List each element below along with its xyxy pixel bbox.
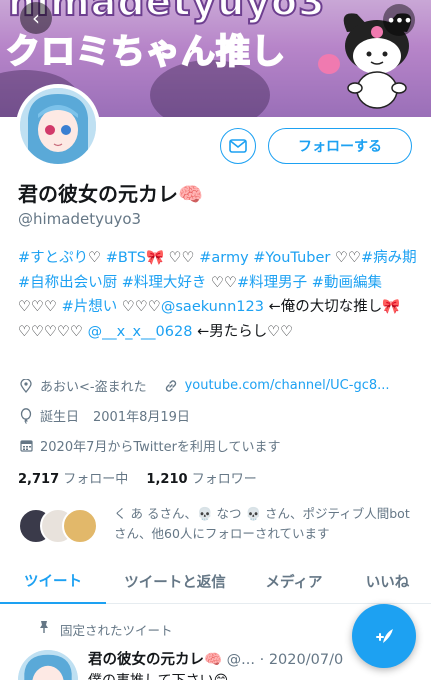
pinned-label-text: 固定されたツイート (60, 623, 173, 638)
followers-link[interactable]: 1,210 フォロワー (146, 472, 256, 487)
compose-tweet-button[interactable] (352, 604, 416, 668)
bio-link[interactable]: #自称出会い厨 (18, 275, 117, 291)
bio-text: ♡♡ (206, 274, 238, 291)
avatar-image (18, 650, 78, 680)
joined-date: 2020年7月からTwitterを利用しています (40, 440, 281, 455)
profile-name: 君の彼女の元カレ🧠 (18, 182, 203, 206)
follower-avatar (62, 508, 98, 544)
profile-website-link[interactable]: youtube.com/channel/UC-gc8... (185, 378, 390, 393)
tab-tweets[interactable]: ツイート (0, 558, 106, 604)
tab-tweets-and-replies[interactable]: ツイートと返信 (106, 558, 244, 604)
birthday-label: 誕生日 (40, 410, 80, 425)
mail-icon (229, 139, 247, 153)
chevron-left-icon: ‹ (32, 6, 40, 30)
banner-main-text: クロミちゃん推し (5, 31, 286, 73)
bio-link[interactable]: #YouTuber (253, 250, 330, 266)
tweet-author-name: 君の彼女の元カレ🧠 (88, 652, 223, 668)
location-pin-icon (18, 378, 34, 393)
pinned-tweet-label: 固定されたツイート (40, 620, 173, 639)
profile-avatar[interactable] (16, 84, 100, 168)
bio-link[interactable]: #army (199, 250, 248, 266)
back-button[interactable]: ‹ (20, 2, 52, 34)
bio-text: ♡♡♡ (18, 299, 62, 315)
profile-meta-joined: 2020年7月からTwitterを利用しています (18, 436, 281, 455)
bio-text: ←男たらし♡♡ (192, 323, 294, 340)
bio-link[interactable]: #動画編集 (312, 275, 382, 291)
bio-link[interactable]: #病み期 (361, 250, 417, 266)
followers-count: 1,210 (146, 472, 188, 487)
bio-link[interactable]: #BTS (106, 250, 146, 266)
bio-link[interactable]: #料理男子 (237, 275, 307, 291)
following-count: 2,717 (18, 472, 60, 487)
following-label: フォロー中 (63, 472, 129, 487)
known-followers[interactable]: く あ るさん、💀 なつ 💀 さん、ポジティブ人間botさん、他60人にフォロー… (18, 504, 418, 552)
balloon-icon (18, 407, 34, 424)
compose-quill-icon (376, 629, 393, 643)
link-icon (163, 379, 179, 393)
avatar-image (20, 88, 96, 164)
bio-link[interactable]: #料理大好き (122, 275, 207, 291)
more-button[interactable]: ••• (383, 4, 415, 36)
profile-tabs: ツイート ツイートと返信 メディア いいね (0, 558, 431, 604)
profile-meta-birthday: 誕生日 2001年8月19日 (18, 406, 190, 425)
message-button[interactable] (220, 128, 256, 164)
follow-counts: 2,717 フォロー中 1,210 フォロワー (18, 468, 257, 487)
calendar-icon (18, 439, 34, 452)
bio-text: ♡♡♡ (117, 299, 161, 315)
bio-link[interactable]: #すとぷり (18, 250, 88, 266)
tab-media[interactable]: メディア (244, 558, 344, 604)
tweet-author-avatar[interactable] (18, 650, 78, 680)
bio-text: ♡♡ (330, 250, 361, 266)
tweet-text: 僕の事推して下さい😊 (88, 670, 228, 680)
banner-top-text: himadetyuyo3 (7, 0, 326, 25)
tweet-author-handle: @... (226, 652, 255, 668)
tweet-header: 君の彼女の元カレ🧠 @... · 2020/07/0 (88, 648, 343, 669)
more-dots-icon: ••• (386, 10, 412, 30)
bio-text: ♡ (88, 250, 106, 266)
profile-meta-location-website: あおい<-盗まれた youtube.com/channel/UC-gc8... (18, 376, 390, 395)
profile-handle: @himadetyuyo3 (18, 210, 142, 228)
bio-link[interactable]: @__x_x__0628 (88, 324, 193, 340)
pin-icon (38, 620, 50, 637)
follow-button[interactable]: フォローする (268, 128, 412, 164)
profile-bio: #すとぷり♡ #BTS🎀 ♡♡ #army #YouTuber ♡♡#病み期 #… (18, 246, 418, 344)
bio-text: 🎀 ♡♡ (145, 250, 200, 266)
known-followers-text: く あ るさん、💀 なつ 💀 さん、ポジティブ人間botさん、他60人にフォロー… (114, 506, 410, 541)
tweet-date: · 2020/07/0 (259, 652, 344, 668)
bio-link[interactable]: @saekunn123 (161, 299, 264, 315)
followers-label: フォロワー (191, 472, 257, 487)
bio-link[interactable]: #片想い (62, 299, 118, 315)
birthday-value: 2001年8月19日 (93, 410, 190, 425)
tab-likes[interactable]: いいね (344, 558, 431, 604)
profile-location: あおい<-盗まれた (40, 380, 147, 395)
following-link[interactable]: 2,717 フォロー中 (18, 472, 128, 487)
